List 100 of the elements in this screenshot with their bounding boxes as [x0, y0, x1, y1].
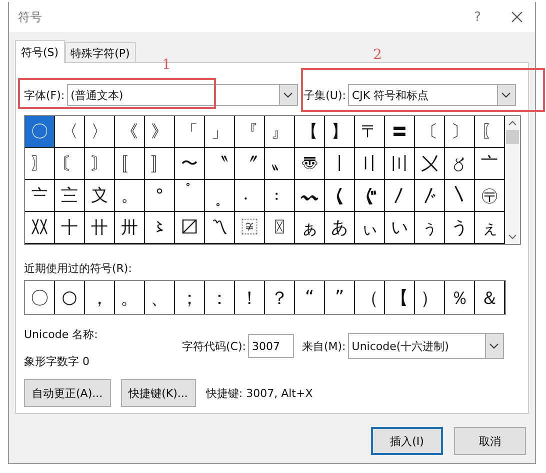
symbol-cell[interactable]: 〹: [85, 212, 115, 244]
symbol-cell[interactable]: 〥: [445, 148, 475, 180]
recent-symbol-cell[interactable]: ？: [265, 281, 295, 314]
symbol-cell[interactable]: 〡: [325, 148, 355, 180]
symbol-cell[interactable]: 〗: [25, 148, 55, 180]
symbol-cell[interactable]: ぁ: [295, 212, 325, 244]
recent-symbol-cell[interactable]: ＆: [475, 281, 505, 314]
chevron-down-icon: [489, 343, 500, 349]
annotation-number: 2: [373, 47, 382, 63]
recent-symbol-cell[interactable]: ”: [325, 281, 355, 314]
symbol-cell[interactable]: °: [145, 180, 175, 212]
recent-symbol-cell[interactable]: ！: [235, 281, 265, 314]
symbol-cell[interactable]: 〽: [205, 212, 235, 244]
symbol-cell[interactable]: 〻: [145, 212, 175, 244]
recent-symbol-cell[interactable]: ○: [55, 281, 85, 314]
symbol-cell[interactable]: 〉: [85, 116, 115, 148]
symbol-cell[interactable]: 〟: [265, 148, 295, 180]
dialog-button[interactable]: 快捷键(K)...: [120, 379, 196, 407]
symbol-cell[interactable]: 〧: [25, 180, 55, 212]
from-label: 来自(M):: [302, 338, 346, 354]
recent-symbol-cell[interactable]: “: [295, 281, 325, 314]
symbol-cell[interactable]: 〷: [25, 212, 55, 244]
symbol-cell[interactable]: 〛: [145, 148, 175, 180]
character-description: 象形字数字 0: [24, 354, 90, 369]
scrollbar[interactable]: [505, 116, 520, 244]
symbol-cell[interactable]: 】: [325, 116, 355, 148]
symbol-cell[interactable]: 『: [235, 116, 265, 148]
annotation-number: 1: [162, 57, 171, 73]
symbol-cell[interactable]: 〮: [235, 180, 265, 212]
recent-symbol-cell[interactable]: ；: [175, 281, 205, 314]
symbol-cell[interactable]: 〇: [25, 116, 55, 148]
symbol-cell[interactable]: 」: [205, 116, 235, 148]
subset-label: 子集(U):: [304, 88, 346, 102]
recent-symbol-cell[interactable]: ％: [445, 281, 475, 314]
symbol-cell[interactable]: 〸: [55, 212, 85, 244]
character-code-field[interactable]: 3007: [248, 334, 294, 358]
symbol-cell[interactable]: 〔: [415, 116, 445, 148]
recent-symbol-cell[interactable]: 〇: [25, 281, 55, 314]
close-icon[interactable]: [511, 11, 523, 23]
symbol-cell[interactable]: 〙: [85, 148, 115, 180]
dialog-button[interactable]: 自动更正(A)...: [24, 379, 111, 407]
symbol-cell[interactable]: 〩: [85, 180, 115, 212]
symbol-cell[interactable]: 〾: [235, 212, 265, 244]
symbol-cell[interactable]: 〒: [355, 116, 385, 148]
symbol-cell[interactable]: う: [445, 212, 475, 244]
character-code-label: 字符代码(C):: [182, 338, 246, 354]
symbol-cell[interactable]: 〣: [385, 148, 415, 180]
subset-dropdown[interactable]: CJK 符号和标点: [348, 84, 516, 106]
recent-symbol-cell[interactable]: ，: [85, 281, 115, 314]
recent-symbol-cell[interactable]: （: [355, 281, 385, 314]
symbol-cell[interactable]: 〤: [415, 148, 445, 180]
symbol-cell[interactable]: 〈: [55, 116, 85, 148]
symbol-cell[interactable]: 〰: [295, 180, 325, 212]
symbol-cell[interactable]: 【: [295, 116, 325, 148]
symbol-cell[interactable]: 〢: [355, 148, 385, 180]
tab[interactable]: 特殊字符(P): [64, 42, 136, 62]
symbol-cell[interactable]: 〚: [115, 148, 145, 180]
symbol-cell[interactable]: 〜: [175, 148, 205, 180]
symbol-cell[interactable]: 〱: [325, 180, 355, 212]
symbol-cell[interactable]: 〳: [385, 180, 415, 212]
scroll-down-icon[interactable]: [508, 234, 517, 240]
recent-symbol-cell[interactable]: 【: [385, 281, 415, 314]
symbol-cell[interactable]: 〭: [205, 180, 235, 212]
symbol-cell[interactable]: 「: [175, 116, 205, 148]
symbol-cell[interactable]: 〯: [265, 180, 295, 212]
symbol-cell[interactable]: 〨: [55, 180, 85, 212]
symbol-cell[interactable]: 〕: [445, 116, 475, 148]
symbol-cell[interactable]: 〠: [295, 148, 325, 180]
from-dropdown[interactable]: Unicode(十六进制): [348, 333, 504, 359]
symbol-cell[interactable]: ぃ: [355, 212, 385, 244]
recent-symbol-cell[interactable]: 、: [145, 281, 175, 314]
symbol-cell[interactable]: 〘: [55, 148, 85, 180]
symbol-cell[interactable]: 〴: [415, 180, 445, 212]
symbol-cell[interactable]: 〿: [265, 212, 295, 244]
tab[interactable]: 符号(S): [15, 40, 65, 63]
symbol-cell[interactable]: 。: [115, 180, 145, 212]
recent-symbol-cell[interactable]: ）: [415, 281, 445, 314]
scroll-up-icon[interactable]: [508, 120, 517, 126]
symbol-cell[interactable]: 〬: [175, 180, 205, 212]
dialog-button[interactable]: 插入(I): [371, 427, 443, 455]
symbol-cell[interactable]: 〵: [445, 180, 475, 212]
recent-symbol-cell[interactable]: ：: [205, 281, 235, 314]
symbol-cell[interactable]: 〞: [235, 148, 265, 180]
symbol-cell[interactable]: 〲: [355, 180, 385, 212]
help-button[interactable]: ?: [474, 10, 481, 24]
recent-symbol-cell[interactable]: 。: [115, 281, 145, 314]
symbol-cell[interactable]: い: [385, 212, 415, 244]
symbol-cell[interactable]: 〼: [175, 212, 205, 244]
symbol-cell[interactable]: ぅ: [415, 212, 445, 244]
symbol-cell[interactable]: 〓: [385, 116, 415, 148]
scroll-thumb[interactable]: [506, 130, 519, 144]
symbol-cell[interactable]: 》: [145, 116, 175, 148]
symbol-cell[interactable]: あ: [325, 212, 355, 244]
symbol-cell[interactable]: 〺: [115, 212, 145, 244]
font-dropdown[interactable]: (普通文本): [66, 84, 298, 106]
symbol-cell[interactable]: 〝: [205, 148, 235, 180]
dialog-button[interactable]: 取消: [454, 427, 526, 455]
chevron-down-icon: [501, 92, 512, 98]
symbol-cell[interactable]: 《: [115, 116, 145, 148]
symbol-cell[interactable]: 』: [265, 116, 295, 148]
